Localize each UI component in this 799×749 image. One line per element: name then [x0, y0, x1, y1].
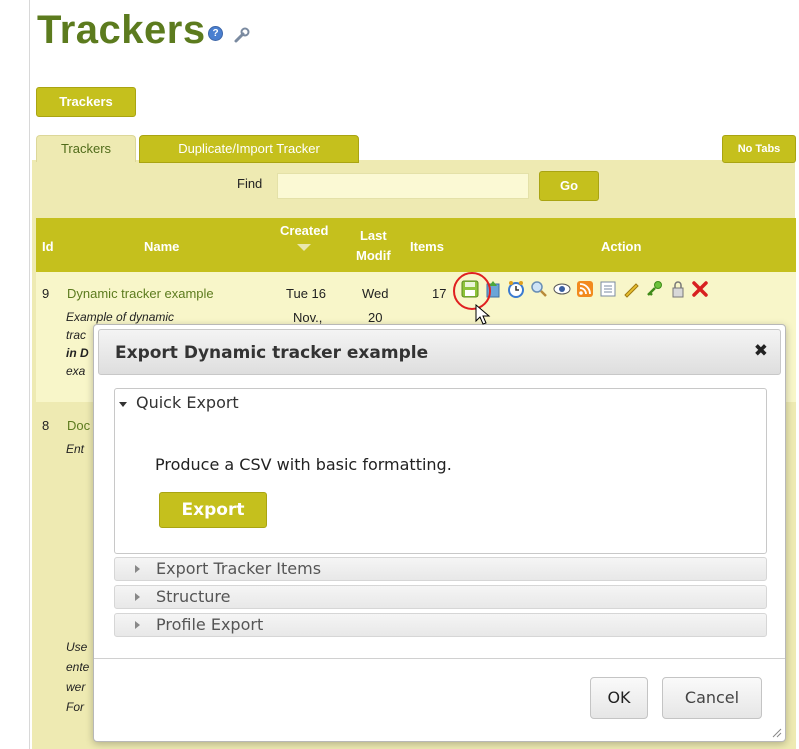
wrench-icon[interactable]	[233, 26, 251, 44]
cancel-button[interactable]: Cancel	[662, 677, 762, 719]
accordion-quick-export-header[interactable]: Quick Export	[136, 393, 239, 412]
chevron-right-icon	[135, 593, 140, 601]
header-last-modif-line2: Modif	[356, 248, 391, 263]
tracker-name-link[interactable]: Doc	[67, 418, 90, 433]
tab-duplicate-import[interactable]: Duplicate/Import Tracker	[139, 135, 359, 163]
row-id: 8	[42, 418, 50, 433]
accordion-profile-export[interactable]: Profile Export	[114, 613, 767, 637]
tab-trackers[interactable]: Trackers	[36, 135, 136, 162]
find-input[interactable]	[277, 173, 529, 199]
row-modif-line1: Wed	[362, 286, 389, 301]
header-created-label: Created	[280, 223, 329, 238]
no-tabs-button[interactable]: No Tabs	[722, 135, 796, 163]
rss-icon[interactable]	[576, 280, 594, 298]
row-actions	[461, 280, 709, 298]
row-description: Ent	[66, 442, 85, 456]
sort-desc-icon	[297, 244, 312, 251]
title-icons: ?	[208, 26, 251, 44]
header-id[interactable]: Id	[42, 239, 54, 254]
header-action: Action	[601, 239, 642, 254]
mouse-cursor-icon	[475, 304, 491, 325]
table-header: Id Name Created Last Modif Items Action	[36, 218, 796, 272]
header-name[interactable]: Name	[144, 239, 179, 254]
resize-grip-icon[interactable]	[770, 726, 782, 738]
chevron-right-icon	[135, 565, 140, 573]
row-description-bottom: Use ente wer For	[66, 638, 89, 718]
header-last-modif-line1: Last	[359, 228, 387, 243]
header-last-modif[interactable]: Last Modif	[356, 226, 391, 266]
export-button[interactable]: Export	[159, 492, 267, 528]
find-label: Find	[237, 176, 263, 191]
accordion-structure[interactable]: Structure	[114, 585, 767, 609]
chevron-right-icon	[135, 621, 140, 629]
desc-line: ente	[66, 660, 90, 674]
row-id: 9	[42, 286, 50, 301]
ok-button[interactable]: OK	[590, 677, 648, 719]
page-title: Trackers	[37, 8, 206, 52]
desc-line: Use	[66, 640, 88, 654]
lock-icon[interactable]	[668, 280, 686, 298]
accordion-label: Structure	[156, 587, 231, 606]
accordion-label: Profile Export	[156, 615, 264, 634]
row-items: 17	[432, 286, 447, 301]
eye-icon[interactable]	[553, 280, 571, 298]
pencil-icon[interactable]	[622, 280, 640, 298]
accordion-export-tracker-items[interactable]: Export Tracker Items	[114, 557, 767, 581]
tracker-name-link[interactable]: Dynamic tracker example	[67, 286, 214, 301]
key-icon[interactable]	[645, 280, 663, 298]
export-dialog: Export Dynamic tracker example ✖ Quick E…	[93, 324, 786, 742]
row-created-line1: Tue 16	[286, 286, 326, 301]
dialog-title: Export Dynamic tracker example	[115, 343, 429, 363]
desc-line: wer	[66, 680, 86, 694]
header-items[interactable]: Items	[410, 239, 444, 254]
row-created-line2: Nov.,	[293, 310, 323, 325]
clock-icon[interactable]	[507, 280, 525, 298]
row-modif-line2: 20	[368, 310, 383, 325]
dialog-divider	[94, 658, 785, 659]
chevron-down-icon[interactable]	[119, 402, 127, 407]
close-icon[interactable]: ✖	[754, 341, 768, 361]
list-icon[interactable]	[599, 280, 617, 298]
dialog-titlebar[interactable]: Export Dynamic tracker example ✖	[98, 329, 781, 375]
quick-export-description: Produce a CSV with basic formatting.	[155, 455, 452, 474]
desc-line: For	[66, 700, 84, 714]
accordion-label: Export Tracker Items	[156, 559, 322, 578]
trackers-button[interactable]: Trackers	[36, 87, 136, 117]
header-created[interactable]: Created	[280, 223, 328, 251]
search-icon[interactable]	[530, 280, 548, 298]
go-button[interactable]: Go	[539, 171, 599, 201]
help-icon[interactable]: ?	[208, 26, 223, 41]
delete-icon[interactable]	[691, 280, 709, 298]
